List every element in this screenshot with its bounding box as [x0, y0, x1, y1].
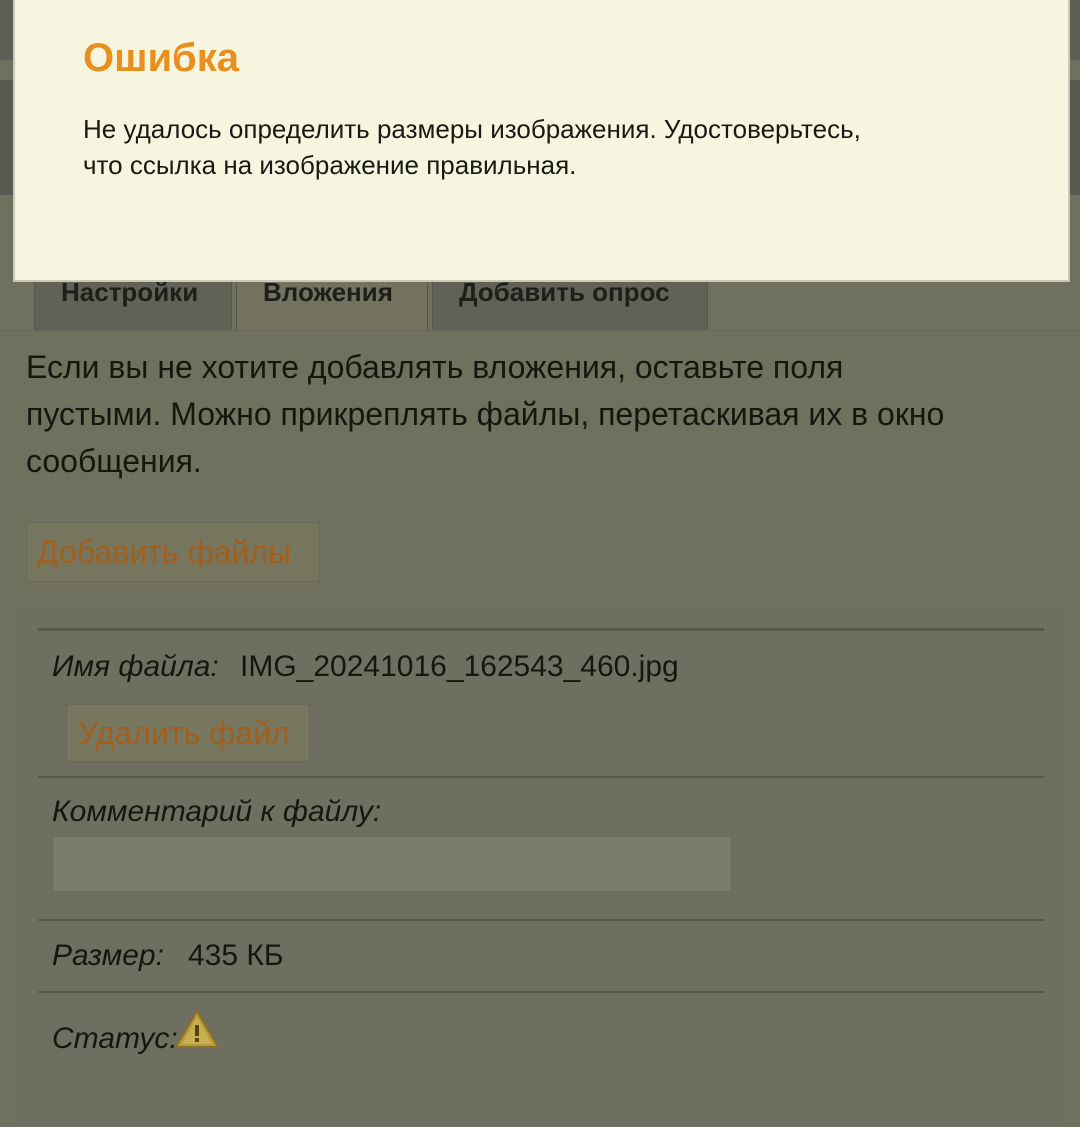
divider: [38, 919, 1044, 921]
add-files-button[interactable]: Добавить файлы: [26, 522, 320, 582]
file-comment-label: Комментарий к файлу:: [52, 795, 382, 828]
intro-line: Если вы не хотите добавлять вложения, ос…: [26, 349, 844, 385]
file-name-value: IMG_20241016_162543_460.jpg: [240, 650, 679, 683]
file-comment-input[interactable]: [52, 836, 732, 892]
attachments-intro: Если вы не хотите добавлять вложения, ос…: [26, 344, 1056, 485]
page-band-left: [0, 80, 14, 195]
delete-file-button[interactable]: Удалить файл: [66, 704, 310, 762]
dialog-message: Не удалось определить размеры изображени…: [83, 111, 1023, 183]
file-status-label: Статус:: [52, 1022, 178, 1055]
file-name-label: Имя файла:: [52, 650, 219, 683]
intro-line: пустыми. Можно прикреплять файлы, перета…: [26, 396, 945, 432]
file-size-value: 435 КБ: [188, 939, 284, 972]
divider: [38, 628, 1044, 631]
dialog-message-line: Не удалось определить размеры изображени…: [83, 114, 861, 144]
dialog-message-line: что ссылка на изображение правильная.: [83, 150, 577, 180]
dialog-title: Ошибка: [83, 36, 240, 80]
page-band-right: [1070, 80, 1080, 195]
divider: [38, 991, 1044, 993]
warning-icon: [174, 1009, 220, 1048]
file-size-label: Размер:: [52, 939, 164, 972]
divider: [38, 776, 1044, 778]
intro-line: сообщения.: [26, 443, 202, 479]
error-dialog: Ошибка Не удалось определить размеры изо…: [13, 0, 1070, 282]
